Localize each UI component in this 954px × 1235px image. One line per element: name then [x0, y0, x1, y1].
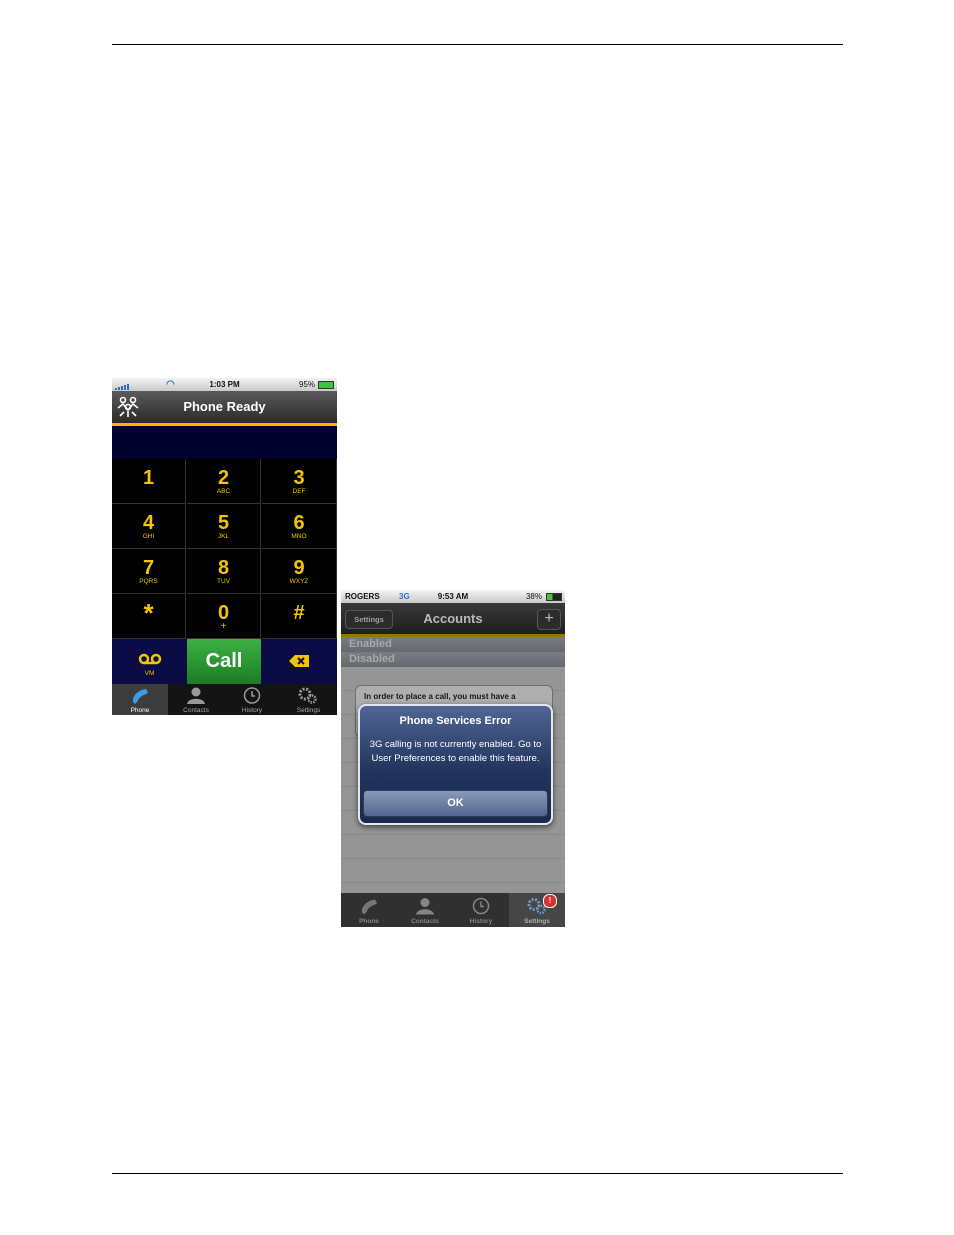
alert-message: 3G calling is not currently enabled. Go …	[369, 739, 542, 764]
tab-settings-label: Settings	[296, 707, 321, 714]
clock-icon	[472, 897, 490, 915]
header-rule	[112, 44, 843, 45]
error-alert: Phone Services Error 3G calling is not c…	[358, 704, 553, 825]
tab-contacts[interactable]: Contacts	[397, 893, 453, 927]
tab-contacts-label: Contacts	[411, 918, 439, 925]
tab-settings-label: Settings	[524, 918, 550, 925]
tab-settings[interactable]: ! Settings	[509, 893, 565, 927]
status-bar: ◠ 1:03 PM 95%	[112, 378, 337, 391]
tab-history-label: History	[241, 707, 263, 714]
tab-phone-label: Phone	[359, 918, 379, 925]
tab-bar: Phone Contacts History ! Settings	[341, 893, 565, 927]
alert-title: Phone Services Error	[399, 715, 512, 727]
key-star[interactable]: *	[112, 594, 186, 639]
key-9[interactable]: 9 WXYZ	[262, 549, 337, 594]
ok-button[interactable]: OK	[363, 790, 548, 817]
backspace-icon	[289, 655, 309, 667]
key-2[interactable]: 2 ABC	[187, 459, 261, 504]
settings-alert-badge: !	[543, 894, 557, 908]
battery-icon	[318, 381, 334, 389]
key-hash[interactable]: #	[262, 594, 337, 639]
gears-icon	[298, 687, 317, 704]
phone-icon	[361, 899, 377, 915]
tab-history[interactable]: History	[224, 684, 280, 715]
voicemail-icon	[138, 653, 161, 665]
key-8[interactable]: 8 TUV	[187, 549, 261, 594]
keypad: 1 2 ABC 3 DEF 4 GHI 5 JKL 6 MNO 7 PQRS 8 TUV 9W…	[112, 459, 337, 639]
key-4[interactable]: 4 GHI	[112, 504, 186, 549]
clock-icon	[243, 687, 261, 704]
action-row: VM Call	[112, 639, 337, 684]
key-5[interactable]: 5 JKL	[187, 504, 261, 549]
accounts-error-screenshot: ROGERS 3G 9:53 AM 38% Settings Accounts …	[341, 590, 565, 927]
phone-icon	[132, 689, 148, 704]
status-bar: ROGERS 3G 9:53 AM 38%	[341, 590, 565, 603]
tab-history-label: History	[469, 918, 493, 925]
tab-phone[interactable]: Phone	[341, 893, 397, 927]
contacts-icon	[416, 898, 434, 915]
tab-phone[interactable]: Phone	[112, 684, 168, 715]
tab-bar: Phone Contacts History Settings	[112, 684, 337, 715]
contacts-icon	[187, 687, 205, 704]
delete-button[interactable]	[261, 639, 337, 684]
tab-settings[interactable]: Settings	[280, 684, 337, 715]
page-title: Phone Ready	[183, 399, 266, 414]
battery-percent: 38%	[525, 592, 542, 601]
nav-bar: Phone Ready	[112, 391, 337, 426]
tab-phone-label: Phone	[130, 707, 150, 714]
tab-history[interactable]: History	[453, 893, 509, 927]
key-3[interactable]: 3 DEF	[262, 459, 337, 504]
call-button[interactable]: Call	[187, 639, 261, 684]
key-0[interactable]: 0 +	[187, 594, 261, 639]
key-7[interactable]: 7 PQRS	[112, 549, 186, 594]
voicemail-label: VM	[144, 670, 155, 677]
battery-icon	[546, 593, 562, 601]
footer-rule	[112, 1173, 843, 1174]
dialpad-screenshot: ◠ 1:03 PM 95% Phone Ready 1 2 ABC 3 DEF 4G…	[112, 378, 337, 715]
number-display[interactable]	[112, 426, 337, 459]
tab-contacts[interactable]: Contacts	[168, 684, 224, 715]
voicemail-button[interactable]: VM	[112, 639, 187, 684]
key-6[interactable]: 6 MNO	[262, 504, 337, 549]
battery-percent: 95%	[298, 380, 315, 389]
tab-contacts-label: Contacts	[183, 707, 209, 714]
key-1[interactable]: 1	[112, 459, 186, 504]
